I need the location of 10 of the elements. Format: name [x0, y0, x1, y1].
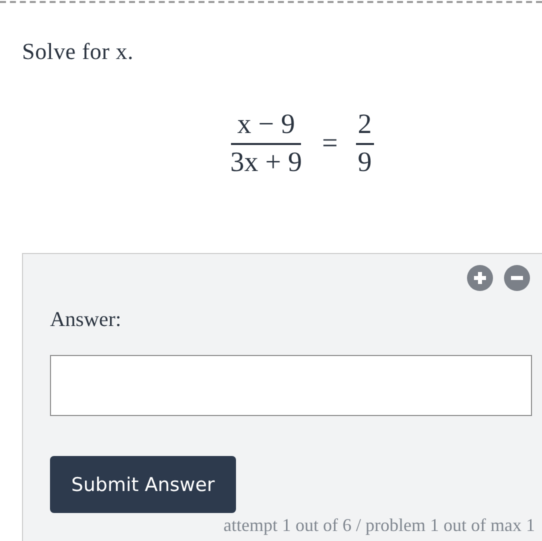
- submit-button[interactable]: Submit Answer: [50, 456, 236, 513]
- fraction: x − 9 3x + 9: [229, 109, 303, 179]
- answer-label: Answer:: [50, 307, 122, 332]
- fraction: 2 9: [354, 109, 375, 179]
- attempt-info: attempt 1 out of 6 / problem 1 out of max 1: [224, 515, 535, 536]
- minus-icon[interactable]: [504, 265, 530, 291]
- plus-icon[interactable]: [467, 265, 493, 291]
- answer-field[interactable]: [50, 355, 532, 416]
- question-prompt: Solve for x.: [22, 39, 135, 65]
- equals-sign: =: [322, 128, 338, 160]
